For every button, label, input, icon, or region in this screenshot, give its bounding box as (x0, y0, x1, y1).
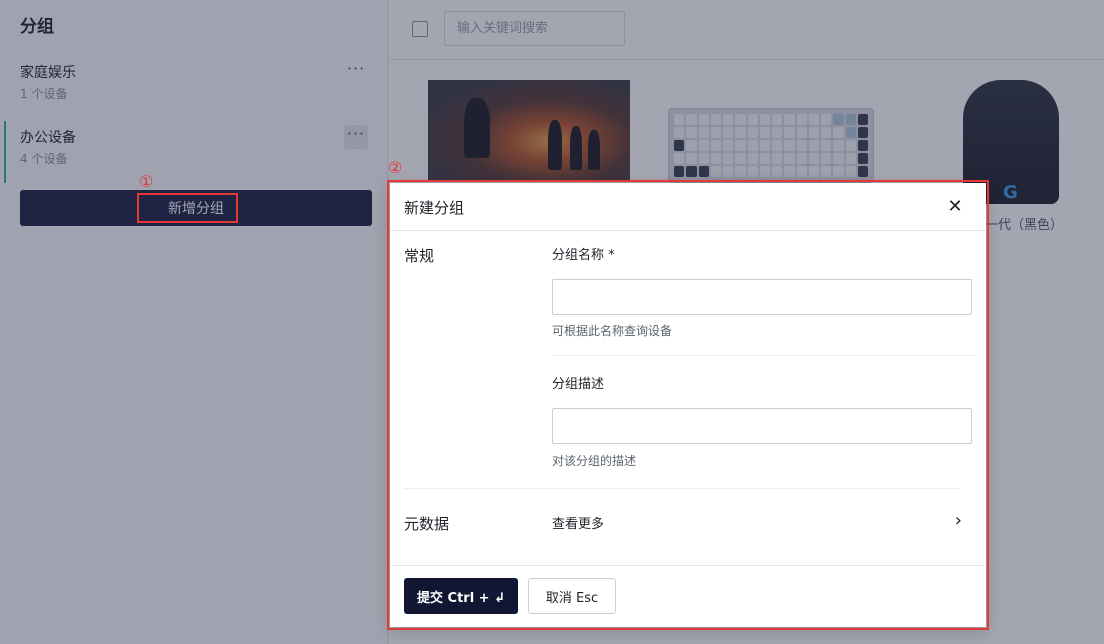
group-name-help: 可根据此名称查询设备 (552, 324, 673, 338)
new-group-dialog: 新建分组 ✕ 常规 分组名称 * 可根据此名称查询设备 分组描述 对该分组的描述… (390, 183, 986, 627)
annotation-marker-2: ② (388, 158, 403, 177)
section-divider (404, 488, 960, 489)
dialog-footer: 提交 Ctrl + ↲ 取消 Esc (390, 565, 986, 627)
group-description-input[interactable] (552, 408, 972, 444)
group-description-help: 对该分组的描述 (552, 454, 637, 468)
annotation-marker-1: ① (139, 172, 154, 191)
submit-button[interactable]: 提交 Ctrl + ↲ (404, 578, 518, 614)
section-general: 常规 (404, 247, 435, 265)
field-divider (552, 355, 976, 356)
close-icon[interactable]: ✕ (944, 196, 966, 218)
dialog-title: 新建分组 (404, 199, 465, 217)
section-metadata: 元数据 (404, 515, 450, 533)
group-name-input[interactable] (552, 279, 972, 315)
group-description-label: 分组描述 (552, 377, 605, 392)
view-more-row[interactable]: 查看更多 › (552, 510, 976, 536)
group-name-label: 分组名称 * (552, 248, 615, 263)
cancel-button[interactable]: 取消 Esc (528, 578, 616, 614)
dialog-header: 新建分组 ✕ (390, 183, 986, 231)
chevron-right-icon: › (954, 510, 962, 531)
view-more-label: 查看更多 (552, 517, 605, 532)
